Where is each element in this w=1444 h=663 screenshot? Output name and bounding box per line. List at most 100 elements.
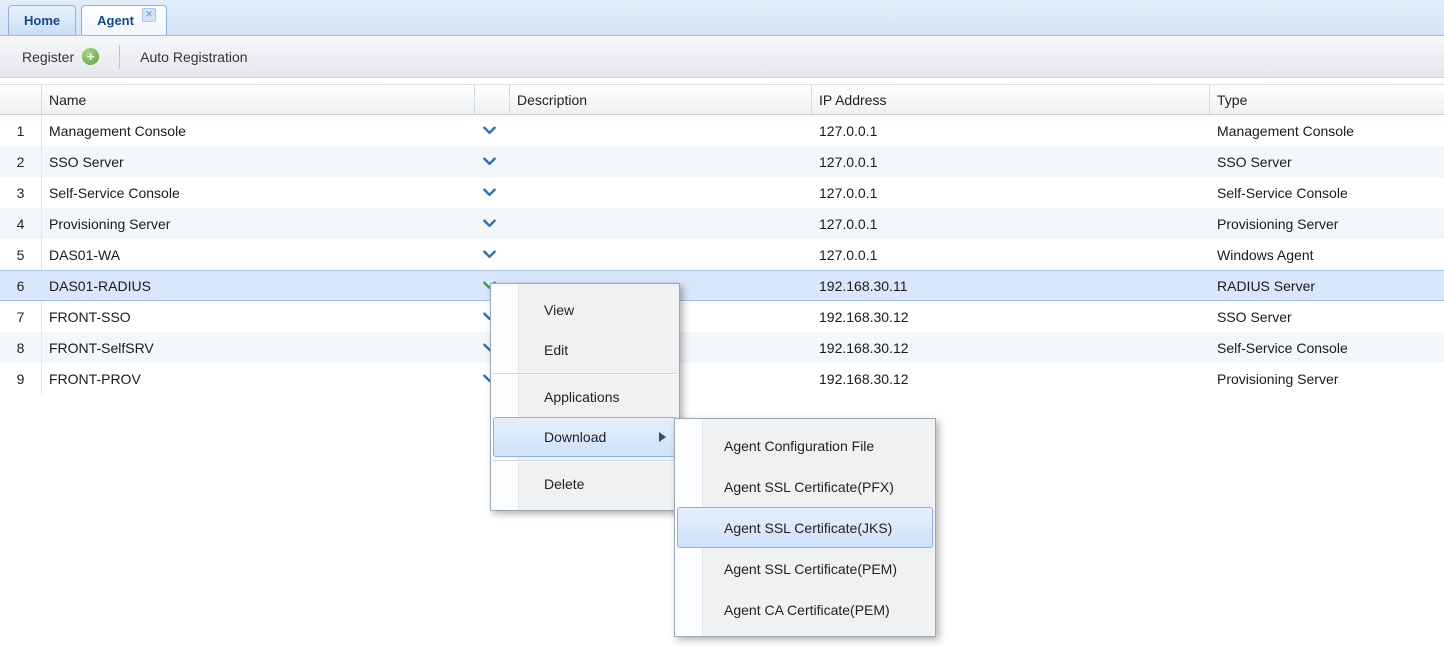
cell-type: Provisioning Server (1210, 363, 1444, 394)
table-row[interactable]: 7 FRONT-SSO 192.168.30.12 SSO Server (0, 301, 1444, 332)
cell-ip-address: 127.0.0.1 (812, 115, 1210, 146)
menu-item-agent-configuration-file[interactable]: Agent Configuration File (677, 425, 933, 466)
menu-item-edit[interactable]: Edit (493, 330, 677, 370)
row-actions-dropdown[interactable] (475, 208, 510, 239)
row-number: 2 (0, 146, 42, 177)
menu-item-view[interactable]: View (493, 290, 677, 330)
header-actions (475, 85, 510, 114)
chevron-down-icon (483, 157, 496, 166)
menu-item-label: Agent SSL Certificate(PFX) (724, 479, 894, 495)
cell-ip-address: 192.168.30.11 (812, 271, 1210, 300)
cell-name: DAS01-WA (42, 239, 475, 270)
cell-type: SSO Server (1210, 146, 1444, 177)
menu-item-label: Agent CA Certificate(PEM) (724, 602, 890, 618)
menu-item-applications[interactable]: Applications (493, 377, 677, 417)
cell-type: Provisioning Server (1210, 208, 1444, 239)
cell-name: Provisioning Server (42, 208, 475, 239)
register-button[interactable]: Register + (14, 42, 107, 71)
row-number: 8 (0, 332, 42, 363)
row-number: 5 (0, 239, 42, 270)
row-actions-dropdown[interactable] (475, 239, 510, 270)
cell-description (510, 208, 812, 239)
menu-separator (493, 460, 677, 461)
cell-ip-address: 127.0.0.1 (812, 239, 1210, 270)
header-row-number (0, 85, 42, 114)
chevron-down-icon (483, 126, 496, 135)
menu-item-agent-ssl-certificate-jks[interactable]: Agent SSL Certificate(JKS) (677, 507, 933, 548)
cell-ip-address: 192.168.30.12 (812, 363, 1210, 394)
plus-icon: + (82, 48, 99, 65)
tab-home[interactable]: Home (8, 5, 76, 35)
toolbar-separator (119, 45, 120, 69)
cell-type: RADIUS Server (1210, 271, 1444, 300)
cell-ip-address: 192.168.30.12 (812, 332, 1210, 363)
chevron-down-icon (483, 219, 496, 228)
cell-name: SSO Server (42, 146, 475, 177)
tab-agent[interactable]: Agent ✕ (81, 5, 167, 35)
header-ip-address[interactable]: IP Address (812, 85, 1210, 114)
submenu-arrow-icon (659, 432, 666, 442)
cell-type: Windows Agent (1210, 239, 1444, 270)
menu-item-delete[interactable]: Delete (493, 464, 677, 504)
cell-description (510, 115, 812, 146)
auto-registration-label: Auto Registration (140, 49, 247, 65)
menu-item-label: Delete (544, 476, 584, 492)
row-number: 7 (0, 301, 42, 332)
table-row[interactable]: 5 DAS01-WA 127.0.0.1 Windows Agent (0, 239, 1444, 270)
agents-table: Name Description IP Address Type 1 Manag… (0, 84, 1444, 394)
tab-home-label: Home (24, 13, 60, 28)
menu-item-label: Agent SSL Certificate(JKS) (724, 520, 892, 536)
header-name[interactable]: Name (42, 85, 475, 114)
chevron-down-icon (483, 188, 496, 197)
table-row[interactable]: 6 DAS01-RADIUS 192.168.30.11 RADIUS Serv… (0, 270, 1444, 301)
cell-type: SSO Server (1210, 301, 1444, 332)
table-row[interactable]: 8 FRONT-SelfSRV 192.168.30.12 Self-Servi… (0, 332, 1444, 363)
cell-type: Self-Service Console (1210, 177, 1444, 208)
row-number: 4 (0, 208, 42, 239)
menu-item-agent-ssl-certificate-pem[interactable]: Agent SSL Certificate(PEM) (677, 548, 933, 589)
cell-ip-address: 127.0.0.1 (812, 208, 1210, 239)
cell-ip-address: 192.168.30.12 (812, 301, 1210, 332)
menu-item-label: Agent SSL Certificate(PEM) (724, 561, 897, 577)
menu-item-label: Agent Configuration File (724, 438, 874, 454)
register-button-label: Register (22, 49, 74, 65)
menu-separator (493, 373, 677, 374)
cell-ip-address: 127.0.0.1 (812, 146, 1210, 177)
cell-type: Management Console (1210, 115, 1444, 146)
header-type[interactable]: Type (1210, 85, 1444, 114)
table-body: 1 Management Console 127.0.0.1 Managemen… (0, 115, 1444, 394)
menu-item-download[interactable]: Download (493, 417, 677, 457)
table-header: Name Description IP Address Type (0, 84, 1444, 115)
close-icon[interactable]: ✕ (142, 8, 156, 22)
toolbar: Register + Auto Registration (0, 36, 1444, 78)
cell-name: Self-Service Console (42, 177, 475, 208)
table-row[interactable]: 9 FRONT-PROV 192.168.30.12 Provisioning … (0, 363, 1444, 394)
menu-item-label: Edit (544, 342, 568, 358)
cell-description (510, 146, 812, 177)
cell-name: FRONT-PROV (42, 363, 475, 394)
tab-agent-label: Agent (97, 13, 134, 28)
menu-item-agent-ssl-certificate-pfx[interactable]: Agent SSL Certificate(PFX) (677, 466, 933, 507)
menu-item-label: Applications (544, 389, 620, 405)
row-number: 3 (0, 177, 42, 208)
row-actions-dropdown[interactable] (475, 115, 510, 146)
cell-name: FRONT-SSO (42, 301, 475, 332)
row-number: 9 (0, 363, 42, 394)
table-row[interactable]: 2 SSO Server 127.0.0.1 SSO Server (0, 146, 1444, 177)
auto-registration-button[interactable]: Auto Registration (132, 43, 255, 71)
row-actions-dropdown[interactable] (475, 146, 510, 177)
menu-item-agent-ca-certificate-pem[interactable]: Agent CA Certificate(PEM) (677, 589, 933, 630)
menu-item-label: Download (544, 429, 606, 445)
table-row[interactable]: 3 Self-Service Console 127.0.0.1 Self-Se… (0, 177, 1444, 208)
table-row[interactable]: 4 Provisioning Server 127.0.0.1 Provisio… (0, 208, 1444, 239)
row-actions-dropdown[interactable] (475, 177, 510, 208)
menu-item-label: View (544, 302, 574, 318)
cell-description (510, 239, 812, 270)
table-row[interactable]: 1 Management Console 127.0.0.1 Managemen… (0, 115, 1444, 146)
cell-type: Self-Service Console (1210, 332, 1444, 363)
download-submenu: Agent Configuration File Agent SSL Certif… (674, 418, 936, 637)
header-description[interactable]: Description (510, 85, 812, 114)
tab-bar: Home Agent ✕ (0, 0, 1444, 36)
context-menu: View Edit Applications Download Delete (490, 283, 680, 511)
chevron-down-icon (483, 250, 496, 259)
